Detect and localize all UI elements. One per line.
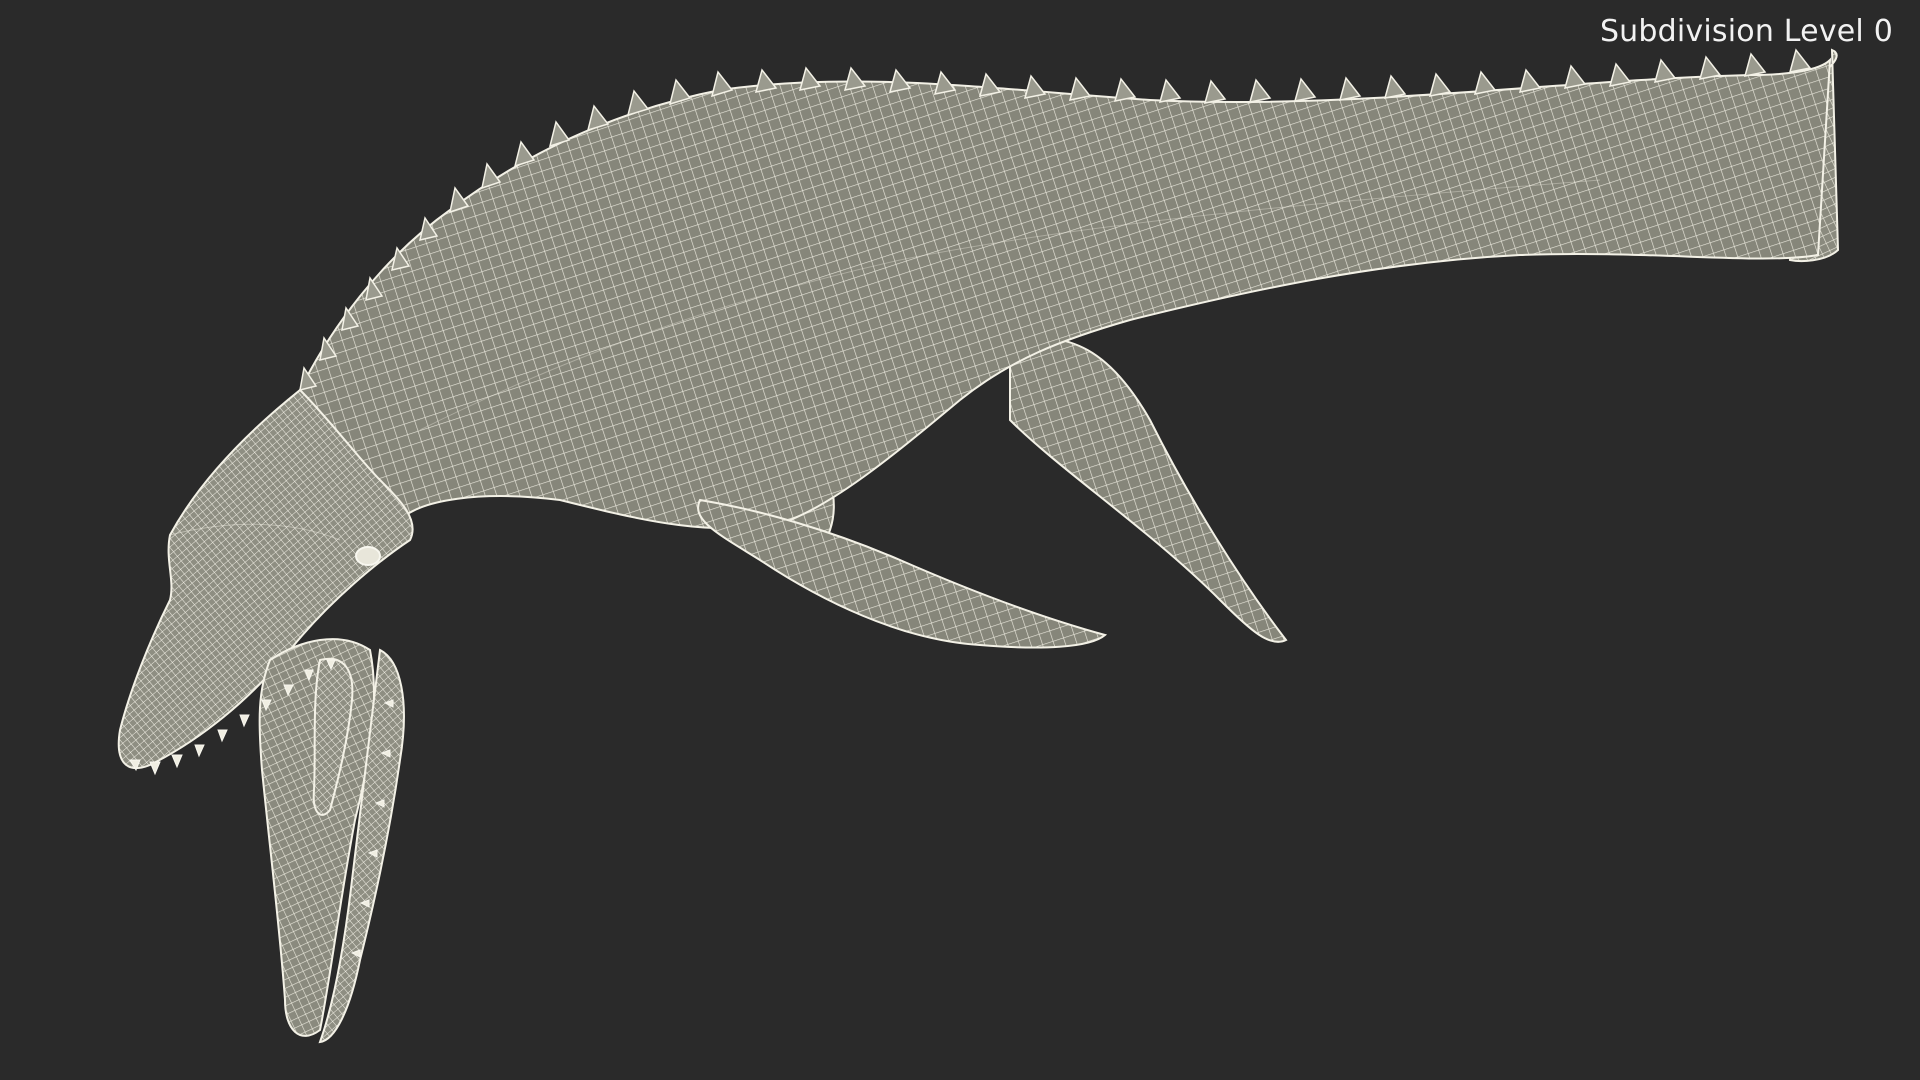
- subdivision-level-label: Subdivision Level 0: [1599, 14, 1893, 49]
- eye: [355, 546, 381, 566]
- mosasaur-wireframe-model: [117, 48, 1840, 1044]
- front-flipper: [697, 498, 1108, 649]
- 3d-viewport[interactable]: Subdivision Level 0: [0, 0, 1920, 1080]
- rear-flipper: [1009, 336, 1288, 643]
